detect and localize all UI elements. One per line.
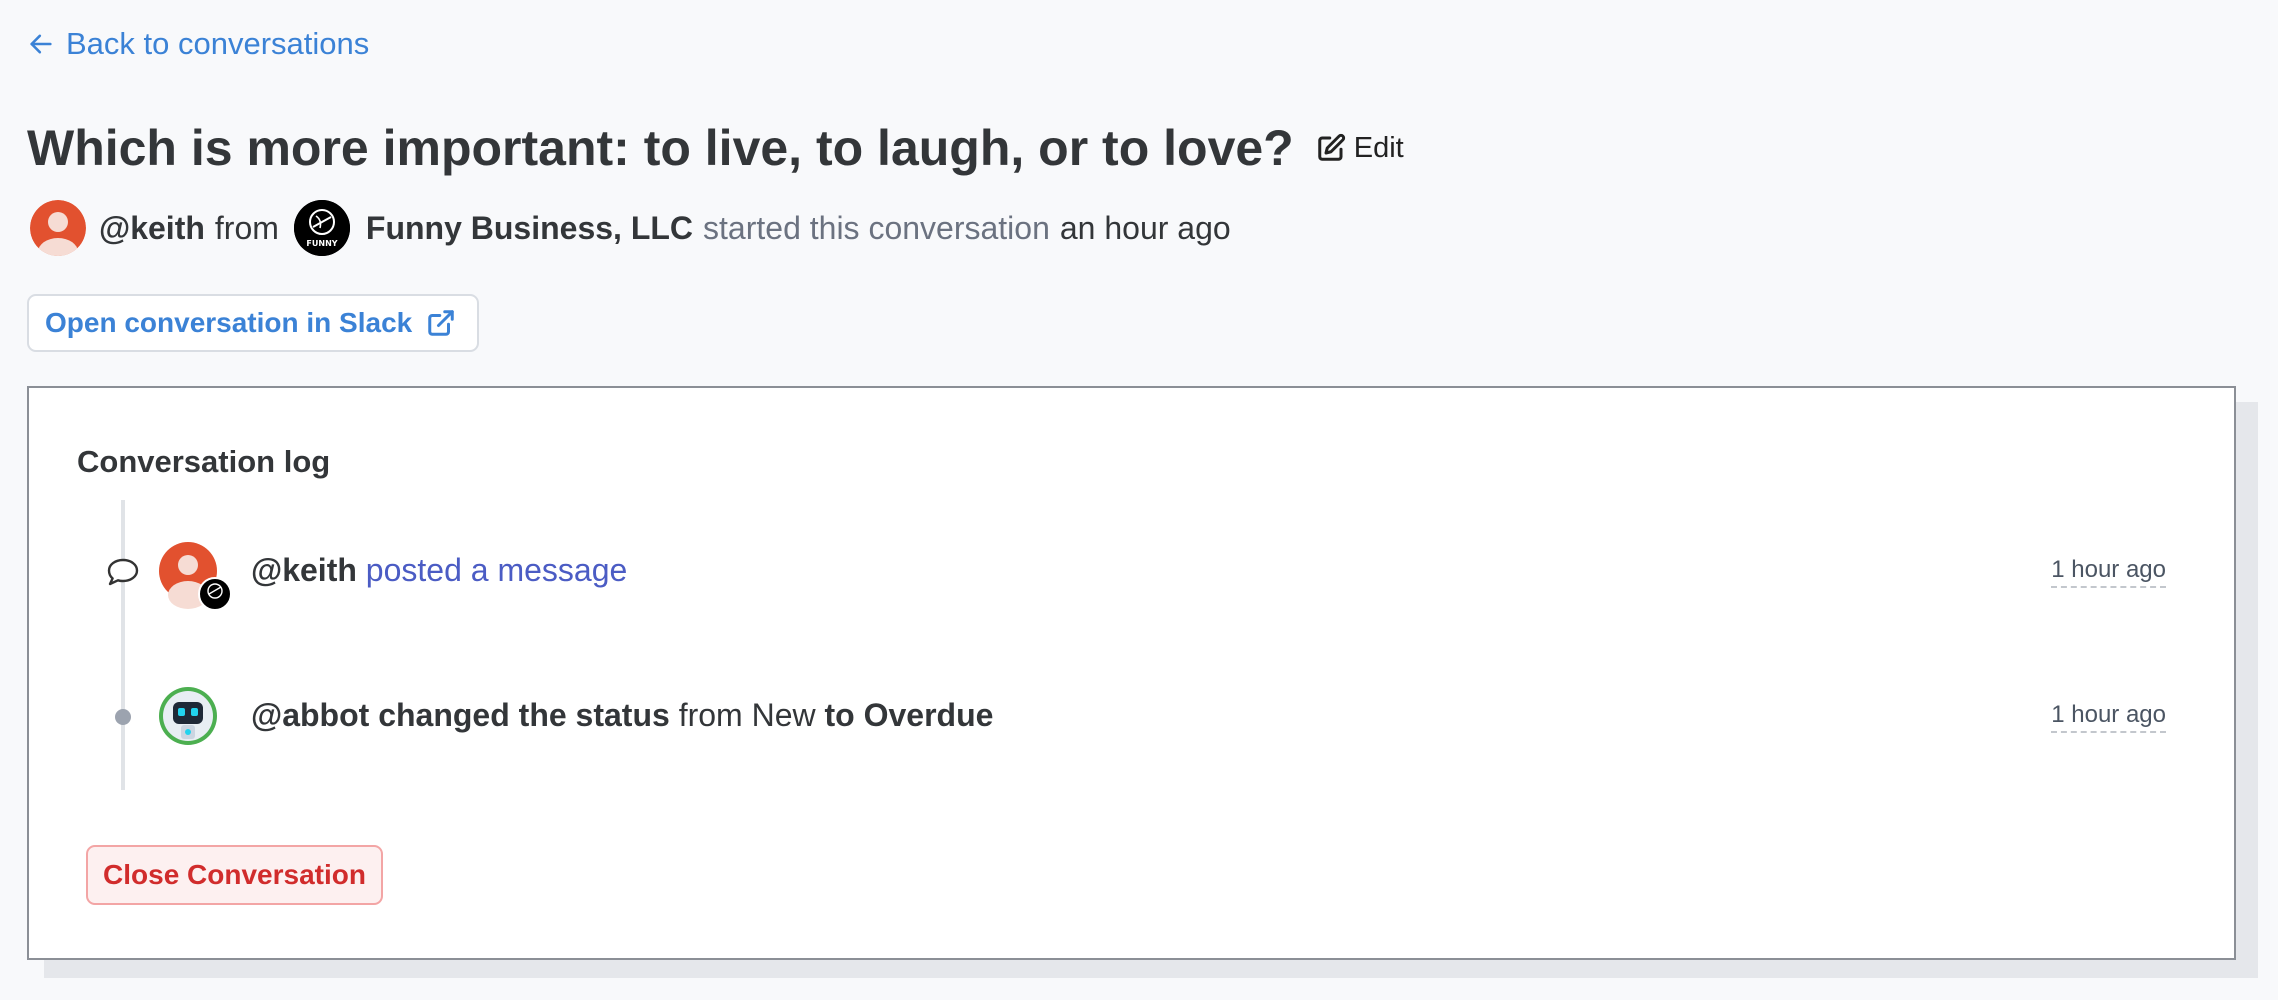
- author-avatar: [30, 200, 86, 256]
- started-text: started this conversation: [703, 209, 1050, 246]
- dot-icon: [115, 709, 131, 725]
- author-handle: @keith: [99, 209, 205, 246]
- edit-title-button[interactable]: Edit: [1316, 132, 1404, 165]
- organization-name: Funny Business, LLC: [365, 209, 694, 246]
- status-from-value: New: [751, 697, 816, 733]
- log-actor: @keith: [251, 552, 357, 588]
- conversation-log-heading: Conversation log: [77, 444, 331, 479]
- open-in-slack-label: Open conversation in Slack: [45, 307, 413, 338]
- log-item-message: @keith posted a message 1 hour ago: [29, 542, 2234, 611]
- posted-message-link[interactable]: posted a message: [366, 552, 628, 588]
- keith-avatar: [159, 542, 232, 611]
- status-from-word: from: [678, 697, 743, 733]
- back-link-label: Back to conversations: [66, 26, 370, 61]
- edit-icon: [1317, 133, 1345, 161]
- log-item-text: @abbot changed the status from New to Ov…: [251, 697, 993, 734]
- log-actor: @abbot: [251, 697, 370, 733]
- edit-label: Edit: [1353, 131, 1404, 164]
- close-conversation-button[interactable]: Close Conversation: [86, 845, 383, 905]
- page-title: Which is more important: to live, to lau…: [27, 120, 1294, 176]
- log-item-time[interactable]: 1 hour ago: [2051, 701, 2166, 733]
- title-row: Which is more important: to live, to lau…: [27, 118, 1404, 178]
- log-item-text: @keith posted a message: [251, 552, 627, 589]
- started-time: an hour ago: [1059, 209, 1231, 246]
- abbot-avatar: [159, 687, 217, 745]
- conversation-log-card: Conversation log @keith posted a message: [27, 386, 2236, 960]
- from-text: from: [214, 209, 279, 246]
- log-action: changed the status: [378, 697, 670, 733]
- speech-bubble-icon: [107, 558, 139, 586]
- organization-logo: FUNNY: [293, 200, 350, 256]
- log-item-time[interactable]: 1 hour ago: [2051, 556, 2166, 588]
- status-to-value: to Overdue: [824, 697, 994, 733]
- log-item-status-change: @abbot changed the status from New to Ov…: [29, 687, 2234, 747]
- conversation-page: Back to conversations Which is more impo…: [0, 0, 2278, 1000]
- external-link-icon: [428, 310, 454, 336]
- open-in-slack-button[interactable]: Open conversation in Slack: [27, 294, 479, 352]
- back-to-conversations-link[interactable]: Back to conversations: [27, 26, 369, 62]
- arrow-left-icon: [30, 34, 52, 54]
- org-logo-text: FUNNY: [306, 239, 337, 248]
- conversation-meta: @keith from FUNNY Funny Business, LLC st…: [30, 198, 1231, 258]
